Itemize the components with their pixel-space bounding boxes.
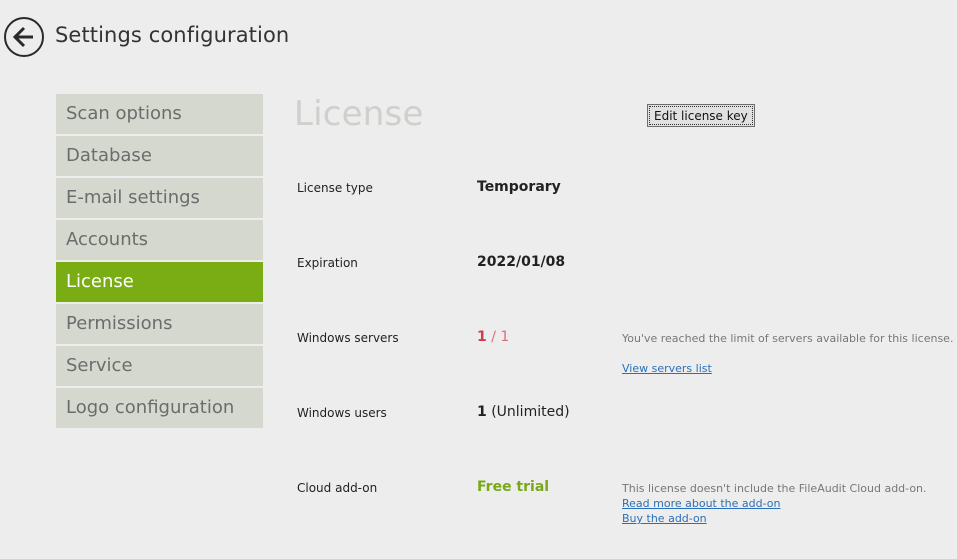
sidebar-item-service[interactable]: Service — [56, 346, 263, 386]
section-title: License — [294, 94, 424, 134]
sidebar-nav: Scan options Database E-mail settings Ac… — [56, 94, 263, 430]
servers-limit-note: You've reached the limit of servers avai… — [622, 332, 954, 345]
sidebar-item-permissions[interactable]: Permissions — [56, 304, 263, 344]
cloud-addon-value: Free trial — [477, 479, 550, 495]
windows-users-value: 1 (Unlimited) — [477, 404, 570, 420]
back-button[interactable] — [4, 17, 44, 57]
license-type-label: License type — [297, 181, 373, 195]
expiration-value: 2022/01/08 — [477, 254, 566, 270]
windows-servers-label: Windows servers — [297, 331, 399, 345]
sidebar-item-database[interactable]: Database — [56, 136, 263, 176]
view-servers-list-link[interactable]: View servers list — [622, 362, 712, 375]
cloud-addon-label: Cloud add-on — [297, 481, 378, 495]
buy-addon-link[interactable]: Buy the add-on — [622, 512, 707, 525]
sidebar-item-logo-configuration[interactable]: Logo configuration — [56, 388, 263, 428]
servers-separator: / — [491, 329, 496, 345]
sidebar-item-accounts[interactable]: Accounts — [56, 220, 263, 260]
users-used-count: 1 — [477, 404, 487, 420]
cloud-addon-note: This license doesn't include the FileAud… — [622, 482, 927, 495]
windows-users-label: Windows users — [297, 406, 387, 420]
page-title: Settings configuration — [55, 23, 290, 47]
servers-total-count: 1 — [500, 329, 510, 345]
sidebar-item-email-settings[interactable]: E-mail settings — [56, 178, 263, 218]
servers-used-count: 1 — [477, 329, 487, 345]
expiration-label: Expiration — [297, 256, 358, 270]
settings-page: Settings configuration Scan options Data… — [0, 0, 957, 559]
edit-license-key-button[interactable]: Edit license key — [647, 104, 755, 127]
sidebar-item-scan-options[interactable]: Scan options — [56, 94, 263, 134]
back-arrow-icon — [12, 26, 33, 48]
users-limit: (Unlimited) — [491, 404, 570, 420]
license-type-value: Temporary — [477, 179, 561, 195]
sidebar-item-license[interactable]: License — [56, 262, 263, 302]
read-more-addon-link[interactable]: Read more about the add-on — [622, 497, 781, 510]
windows-servers-value: 1 / 1 — [477, 329, 509, 345]
